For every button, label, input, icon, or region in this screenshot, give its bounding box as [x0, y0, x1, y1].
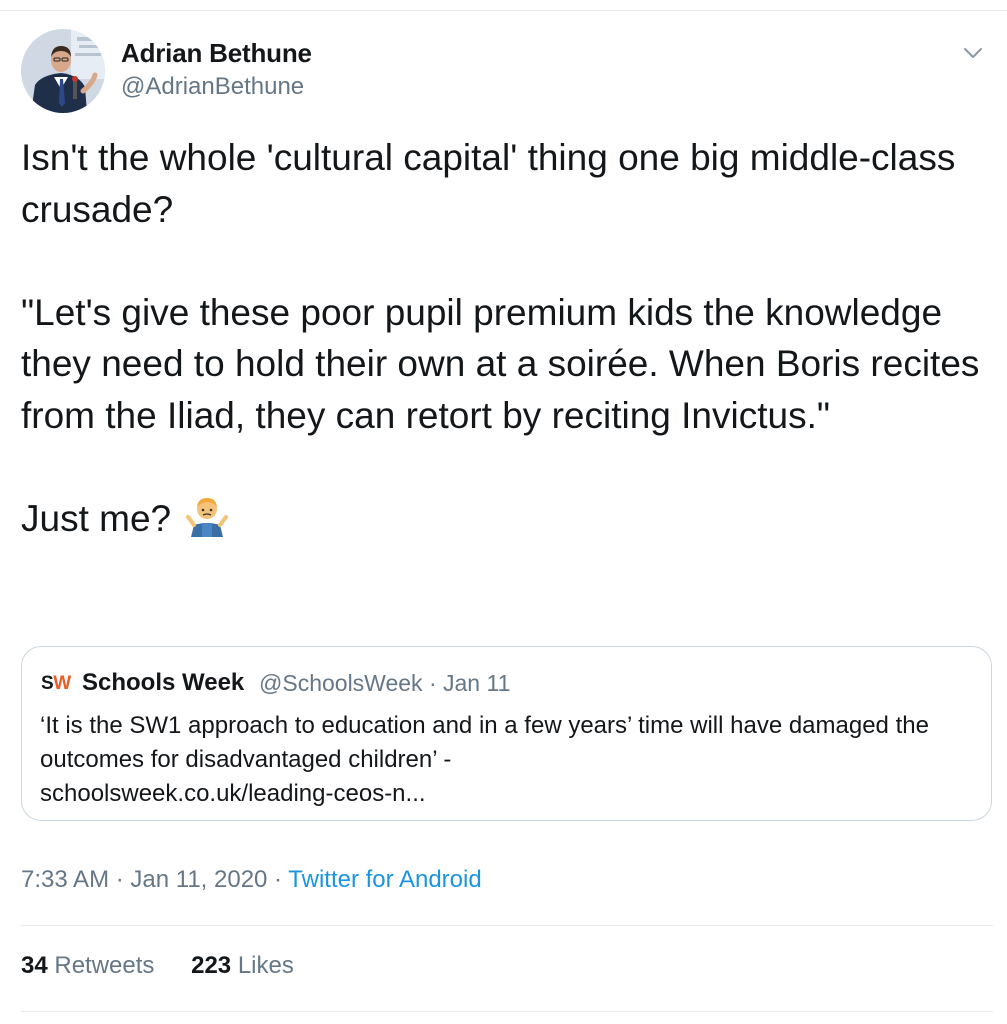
likes-count: 223	[191, 952, 232, 979]
retweets-count: 34	[21, 952, 48, 979]
avatar-photo	[21, 29, 105, 113]
quoted-tweet-card[interactable]: SW Schools Week @SchoolsWeek · Jan 11 ‘I…	[21, 646, 992, 821]
quoted-handle[interactable]: @SchoolsWeek	[259, 670, 423, 696]
tweet-text: Isn't the whole 'cultural capital' thing…	[21, 132, 981, 545]
likes-label: Likes	[237, 952, 294, 979]
quoted-author-name[interactable]: Schools Week	[82, 669, 244, 697]
quoted-separator: ·	[428, 670, 437, 696]
retweets-stat[interactable]: 34 Retweets	[21, 952, 154, 980]
divider	[21, 1011, 993, 1012]
retweets-label: Retweets	[54, 952, 155, 979]
logo-letter-w: W	[53, 673, 71, 694]
tweet-paragraph: "Let's give these poor pupil premium kid…	[21, 291, 980, 436]
tweet-paragraph: Isn't the whole 'cultural capital' thing…	[21, 137, 956, 230]
more-options-button[interactable]	[958, 38, 988, 68]
tweet-paragraph: Just me?	[21, 493, 981, 545]
quoted-link[interactable]: schoolsweek.co.uk/leading-ceos-n...	[40, 777, 975, 811]
tweet-timestamp[interactable]: 7:33 AM · Jan 11, 2020 ·	[21, 866, 288, 893]
likes-stat[interactable]: 223 Likes	[191, 952, 294, 980]
tweet-stats: 34 Retweets 223 Likes	[21, 952, 294, 980]
logo-letter-s: S	[41, 673, 54, 694]
divider	[21, 925, 993, 926]
man-shrugging-emoji	[186, 498, 229, 538]
quoted-meta: @SchoolsWeek · Jan 11	[259, 670, 510, 697]
chevron-down-icon	[964, 48, 982, 58]
author-name[interactable]: Adrian Bethune	[121, 38, 312, 69]
schools-week-logo: SW	[41, 674, 71, 693]
avatar[interactable]	[21, 29, 105, 113]
quoted-date[interactable]: Jan 11	[443, 670, 510, 696]
author-handle[interactable]: @AdrianBethune	[121, 73, 304, 101]
quoted-body: ‘It is the SW1 approach to education and…	[40, 712, 929, 773]
tweet-meta: 7:33 AM · Jan 11, 2020 · Twitter for And…	[21, 866, 482, 894]
tweet-detail: Adrian Bethune @AdrianBethune Isn't the …	[0, 0, 1007, 1024]
top-divider	[0, 10, 1007, 11]
tweet-source-link[interactable]: Twitter for Android	[288, 866, 481, 893]
quoted-text: ‘It is the SW1 approach to education and…	[40, 709, 975, 811]
tweet-paragraph-text: Just me?	[21, 498, 172, 540]
